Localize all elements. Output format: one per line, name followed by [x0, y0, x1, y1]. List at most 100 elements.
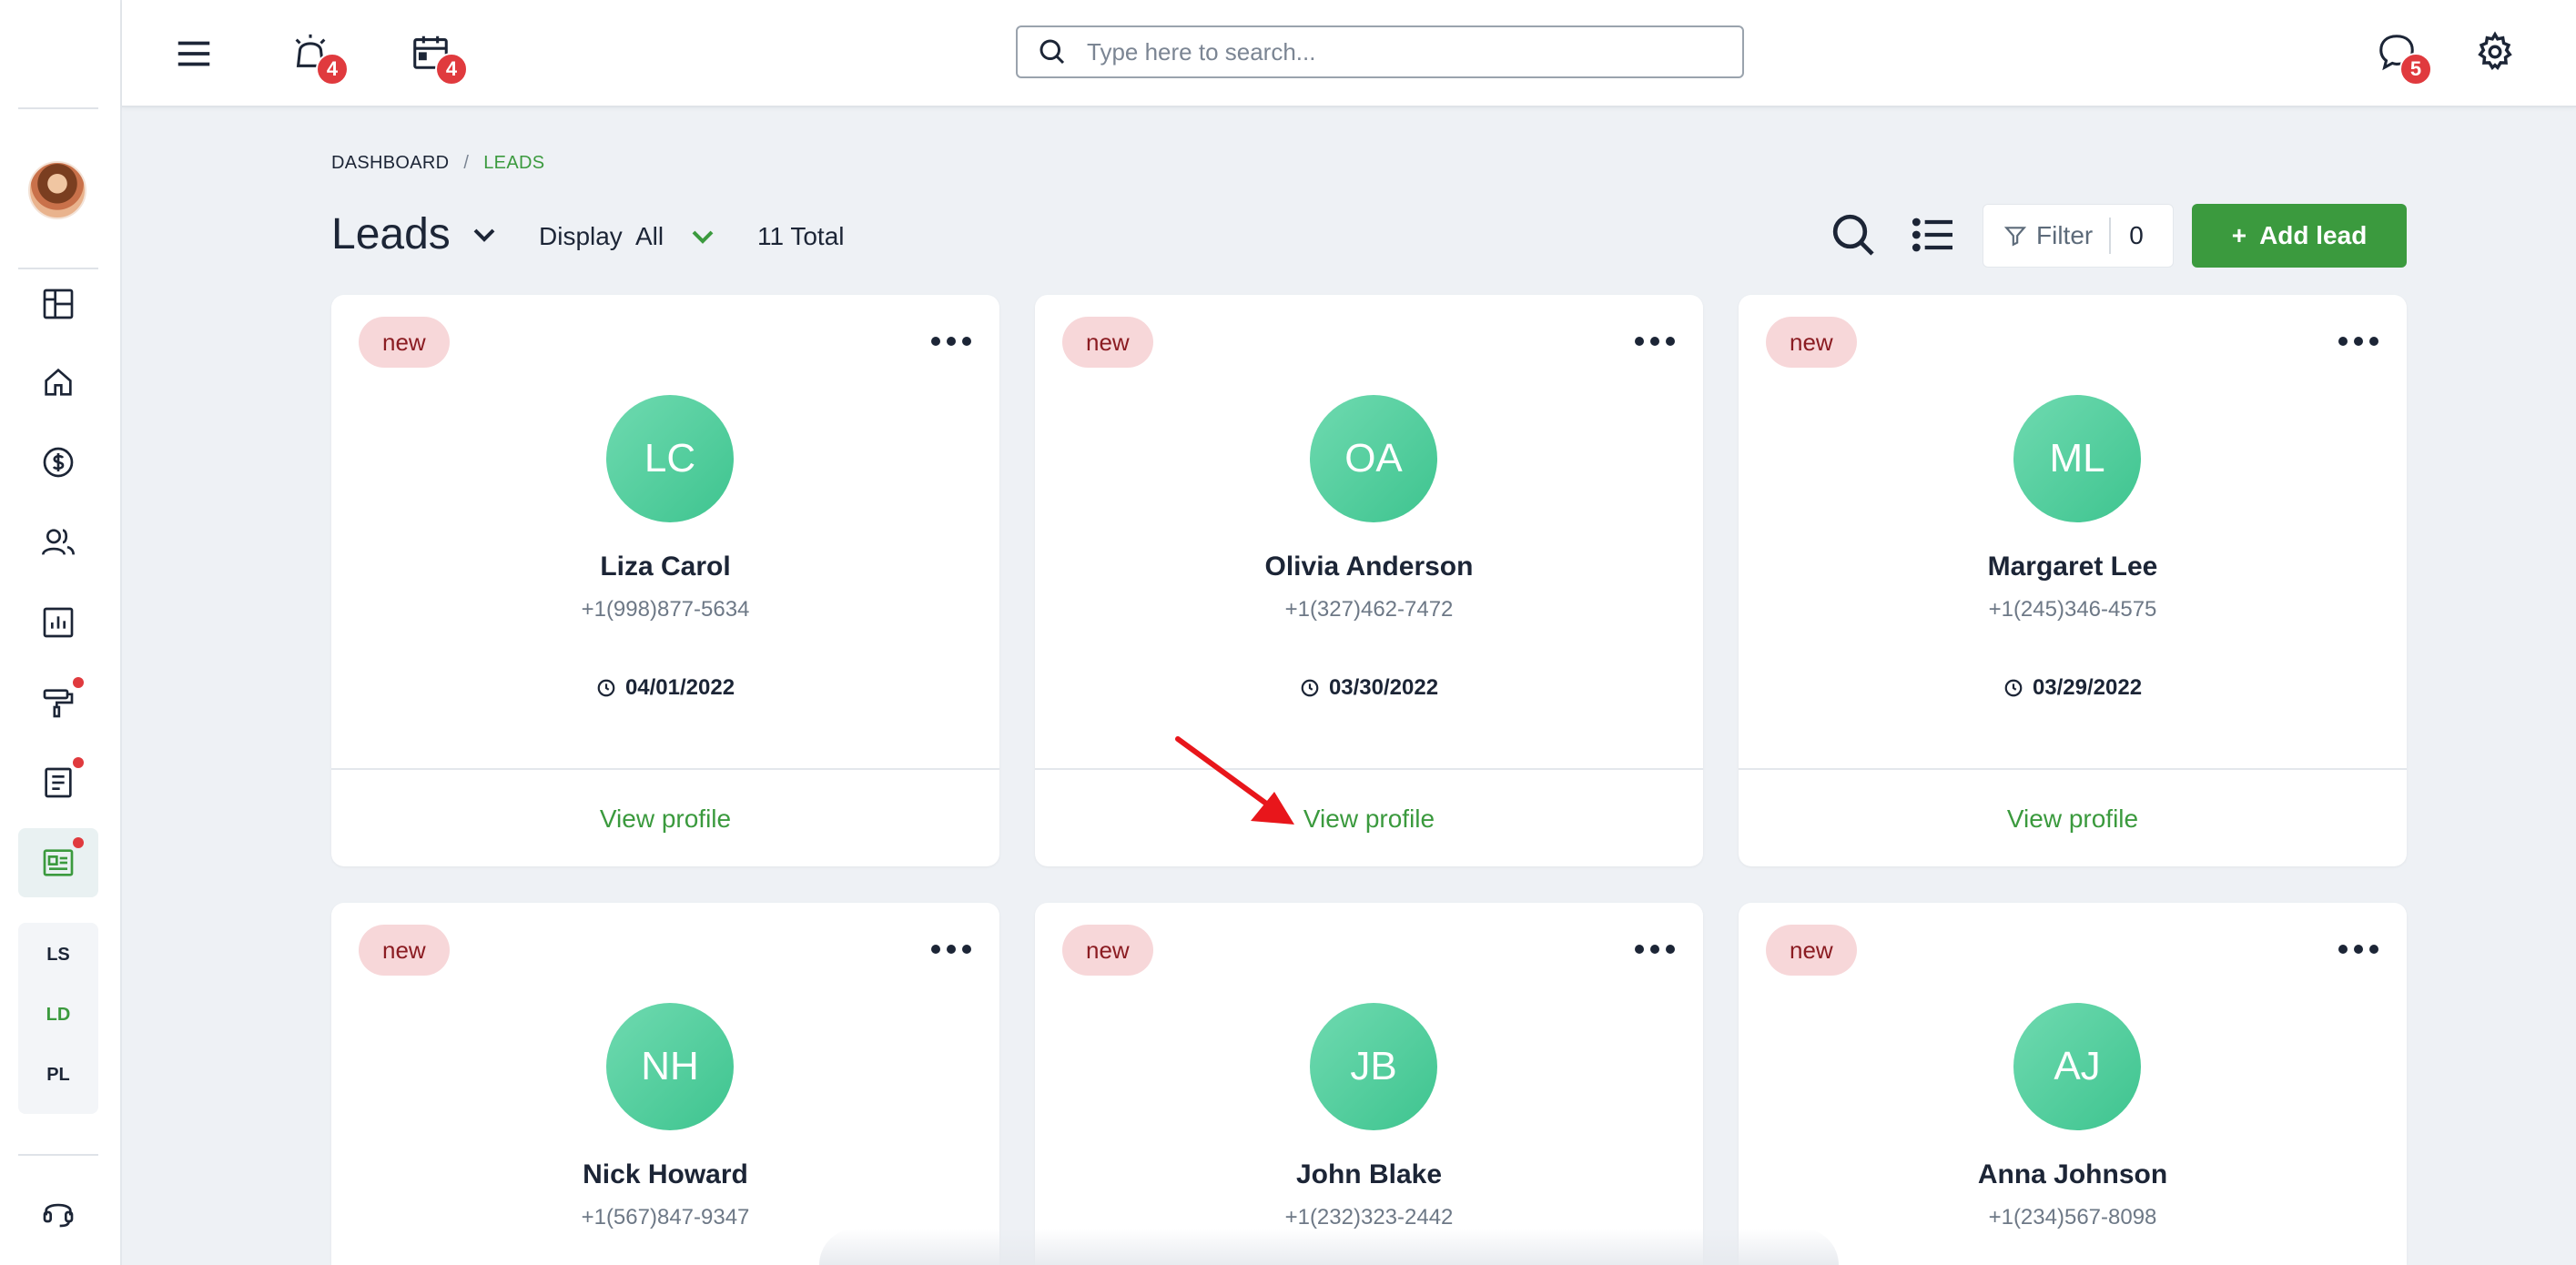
lead-card[interactable]: new NH Nick Howard +1(567)847-9347: [331, 903, 999, 1265]
lead-name: Anna Johnson: [1977, 1159, 2168, 1189]
breadcrumb-dashboard[interactable]: DASHBOARD: [331, 153, 449, 174]
lead-name: John Blake: [1295, 1159, 1443, 1189]
lead-phone: +1(245)346-4575: [1988, 597, 2157, 622]
breadcrumb: DASHBOARD / LEADS: [331, 153, 544, 174]
page-title: Leads: [331, 210, 451, 258]
lead-card[interactable]: new AJ Anna Johnson +1(234)567-8098: [1739, 903, 2407, 1265]
more-options-icon[interactable]: [1632, 936, 1678, 963]
total-count: 11 Total: [757, 222, 845, 250]
chat-badge: 5: [2399, 53, 2432, 86]
display-label: Display: [539, 222, 623, 250]
more-options-icon[interactable]: [1632, 328, 1678, 355]
status-badge: new: [359, 925, 450, 976]
avatar: ML: [2013, 395, 2141, 522]
dashboard-grid-icon[interactable]: [33, 278, 84, 329]
bottom-shadow: [819, 1229, 1839, 1265]
notification-dot: [73, 757, 84, 768]
view-profile-link[interactable]: View profile: [1035, 805, 1703, 834]
clock-icon: [597, 679, 615, 697]
sidebar-divider: [18, 268, 98, 269]
status-badge: new: [1766, 925, 1857, 976]
add-lead-label: Add lead: [2259, 221, 2368, 249]
submenu-item-ld[interactable]: LD: [18, 1005, 98, 1026]
avatar: LC: [606, 395, 734, 522]
list-view-icon[interactable]: [1908, 209, 1959, 260]
clock-icon: [1301, 679, 1319, 697]
annotation-arrow-icon: [1175, 736, 1294, 825]
lead-card[interactable]: new LC Liza Carol +1(998)877-5634 04/01/…: [331, 295, 999, 866]
sidebar-divider: [18, 107, 98, 109]
lead-name: Liza Carol: [600, 552, 731, 582]
calendar-badge: 4: [435, 53, 468, 86]
lead-date: 03/29/2022: [1739, 675, 2407, 701]
submenu-item-pl[interactable]: PL: [18, 1065, 98, 1086]
topbar: 4 4 5: [122, 0, 2576, 107]
search-icon[interactable]: [1828, 209, 1879, 260]
more-options-icon[interactable]: [2336, 328, 2381, 355]
lead-card[interactable]: new OA Olivia Anderson +1(327)462-7472 0…: [1035, 295, 1703, 866]
headset-support-icon[interactable]: [33, 1187, 84, 1238]
hamburger-menu-icon[interactable]: [169, 29, 218, 78]
lead-name: Olivia Anderson: [1264, 552, 1474, 582]
lead-phone: +1(327)462-7472: [1284, 597, 1454, 622]
lead-date: 04/01/2022: [331, 675, 999, 701]
lead-card[interactable]: new JB John Blake +1(232)323-2442: [1035, 903, 1703, 1265]
card-divider: [1739, 768, 2407, 770]
chart-icon[interactable]: [33, 597, 84, 648]
lead-date-text: 04/01/2022: [624, 675, 735, 700]
avatar[interactable]: [28, 161, 86, 219]
submenu-item-ls[interactable]: LS: [18, 945, 98, 966]
notification-dot: [73, 677, 84, 688]
breadcrumb-separator: /: [463, 153, 470, 173]
status-badge: new: [1766, 317, 1857, 368]
more-options-icon[interactable]: [2336, 936, 2381, 963]
clock-icon: [2004, 679, 2023, 697]
avatar: NH: [606, 1003, 734, 1130]
more-options-icon[interactable]: [928, 936, 974, 963]
search-input[interactable]: [1087, 37, 1724, 66]
sidebar-submenu: LS LD PL: [18, 923, 98, 1114]
view-profile-link[interactable]: View profile: [331, 805, 999, 834]
view-profile-link[interactable]: View profile: [1739, 805, 2407, 834]
lead-date-text: 03/30/2022: [1328, 675, 1439, 700]
filter-button[interactable]: Filter 0: [1983, 204, 2174, 268]
funnel-icon: [2003, 227, 2027, 247]
search-bar[interactable]: [1016, 25, 1744, 78]
avatar: AJ: [2013, 1003, 2141, 1130]
status-badge: new: [1062, 925, 1153, 976]
alarm-badge: 4: [316, 53, 349, 86]
lead-date-text: 03/29/2022: [2032, 675, 2143, 700]
lead-phone: +1(234)567-8098: [1988, 1205, 2157, 1230]
status-badge: new: [1062, 317, 1153, 368]
plus-icon: +: [2231, 221, 2247, 249]
status-badge: new: [359, 317, 450, 368]
lead-phone: +1(232)323-2442: [1284, 1205, 1454, 1230]
users-icon[interactable]: [33, 517, 84, 568]
lead-phone: +1(567)847-9347: [581, 1205, 750, 1230]
sidebar: LS LD PL: [0, 0, 122, 1265]
more-options-icon[interactable]: [928, 328, 974, 355]
lead-date: 03/30/2022: [1035, 675, 1703, 701]
chevron-down-icon[interactable]: [466, 217, 502, 253]
avatar: OA: [1310, 395, 1437, 522]
card-divider: [1035, 768, 1703, 770]
card-divider: [331, 768, 999, 770]
add-lead-button[interactable]: + Add lead: [2192, 204, 2407, 268]
lead-phone: +1(998)877-5634: [581, 597, 750, 622]
breadcrumb-leads: LEADS: [483, 153, 545, 173]
filter-label: Filter: [2036, 221, 2094, 249]
leads-card-icon[interactable]: [18, 828, 98, 897]
home-icon[interactable]: [33, 357, 84, 408]
sidebar-divider: [18, 1154, 98, 1156]
display-select-value[interactable]: All: [635, 222, 664, 251]
chevron-down-icon[interactable]: [685, 218, 721, 255]
notification-dot: [73, 837, 84, 848]
gear-icon[interactable]: [2470, 27, 2520, 76]
filter-count: 0: [2129, 221, 2144, 249]
lead-name: Nick Howard: [583, 1159, 748, 1189]
avatar: JB: [1310, 1003, 1437, 1130]
filter-divider: [2109, 218, 2112, 254]
lead-name: Margaret Lee: [1987, 552, 2158, 582]
lead-card[interactable]: new ML Margaret Lee +1(245)346-4575 03/2…: [1739, 295, 2407, 866]
dollar-icon[interactable]: [33, 437, 84, 488]
